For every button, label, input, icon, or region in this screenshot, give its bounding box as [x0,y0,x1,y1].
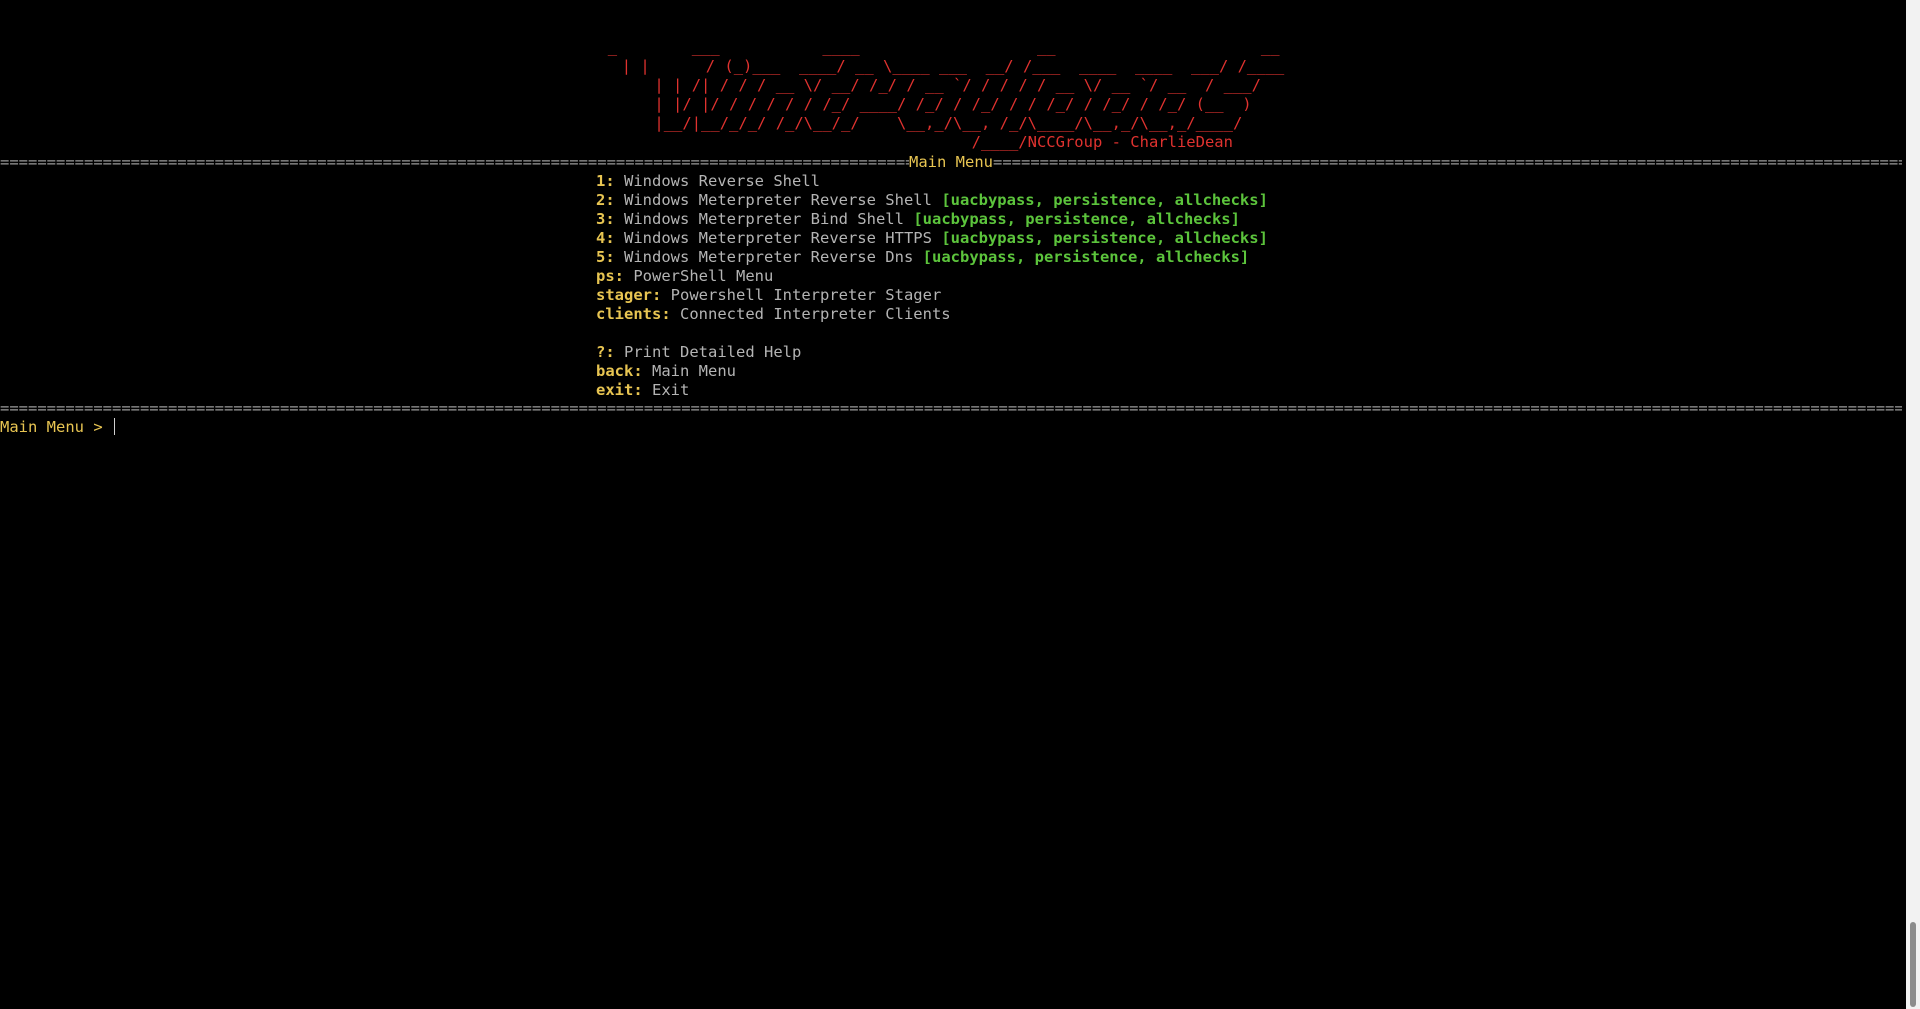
main-menu-list: 1: Windows Reverse Shell 2: Windows Mete… [596,172,1268,400]
ascii-banner: _ ___ ____ __ __ | | / (_)___ ____/ __ \… [607,38,1285,151]
prompt-text: Main Menu > [0,418,112,436]
menu-item-5: 5: Windows Meterpreter Reverse Dns [uacb… [596,248,1268,267]
menu-item-help: ?: Print Detailed Help [596,343,1268,362]
menu-label: Exit [652,381,690,399]
menu-item-3: 3: Windows Meterpreter Bind Shell [uacby… [596,210,1268,229]
menu-spacer [596,324,1268,343]
menu-label: Print Detailed Help [624,343,802,361]
command-prompt[interactable]: Main Menu > [0,418,115,437]
separator-fill-right: ========================================… [993,153,1902,171]
menu-label: Windows Meterpreter Bind Shell [624,210,904,228]
separator-fill-left: ========================================… [0,153,909,171]
vertical-scrollbar[interactable] [1906,0,1920,1009]
menu-label: PowerShell Menu [633,267,774,285]
menu-item-exit: exit: Exit [596,381,1268,400]
menu-label: Powershell Interpreter Stager [670,286,942,304]
menu-item-1: 1: Windows Reverse Shell [596,172,1268,191]
menu-key: 2: [596,191,615,209]
menu-key: 3: [596,210,615,228]
separator-top: ========================================… [0,153,1902,172]
menu-tags: [uacbypass, persistence, allchecks] [941,191,1268,209]
menu-key: back: [596,362,643,380]
menu-label: Windows Meterpreter Reverse HTTPS [624,229,932,247]
menu-title: Main Menu [909,153,993,171]
text-cursor [113,418,115,435]
menu-tags: [uacbypass, persistence, allchecks] [941,229,1268,247]
menu-label: Main Menu [652,362,737,380]
menu-tags: [uacbypass, persistence, allchecks] [913,210,1240,228]
separator-bottom: ========================================… [0,399,1902,417]
menu-key: 5: [596,248,615,266]
menu-tags: [uacbypass, persistence, allchecks] [922,248,1250,266]
terminal-window[interactable]: _ ___ ____ __ __ | | / (_)___ ____/ __ \… [0,0,1906,1009]
menu-key: stager: [596,286,662,304]
menu-key: exit: [596,381,643,399]
menu-label: Windows Meterpreter Reverse Dns [624,248,914,266]
menu-item-back: back: Main Menu [596,362,1268,381]
menu-item-4: 4: Windows Meterpreter Reverse HTTPS [ua… [596,229,1268,248]
menu-item-stager: stager: Powershell Interpreter Stager [596,286,1268,305]
scrollbar-thumb[interactable] [1910,922,1916,1007]
menu-key: ?: [596,343,615,361]
menu-label: Connected Interpreter Clients [680,305,951,323]
menu-key: clients: [596,305,671,323]
menu-label: Windows Reverse Shell [624,172,820,190]
menu-item-ps: ps: PowerShell Menu [596,267,1268,286]
menu-item-2: 2: Windows Meterpreter Reverse Shell [ua… [596,191,1268,210]
menu-item-clients: clients: Connected Interpreter Clients [596,305,1268,324]
menu-key: 1: [596,172,615,190]
menu-key: ps: [596,267,624,285]
menu-key: 4: [596,229,615,247]
menu-label: Windows Meterpreter Reverse Shell [624,191,932,209]
